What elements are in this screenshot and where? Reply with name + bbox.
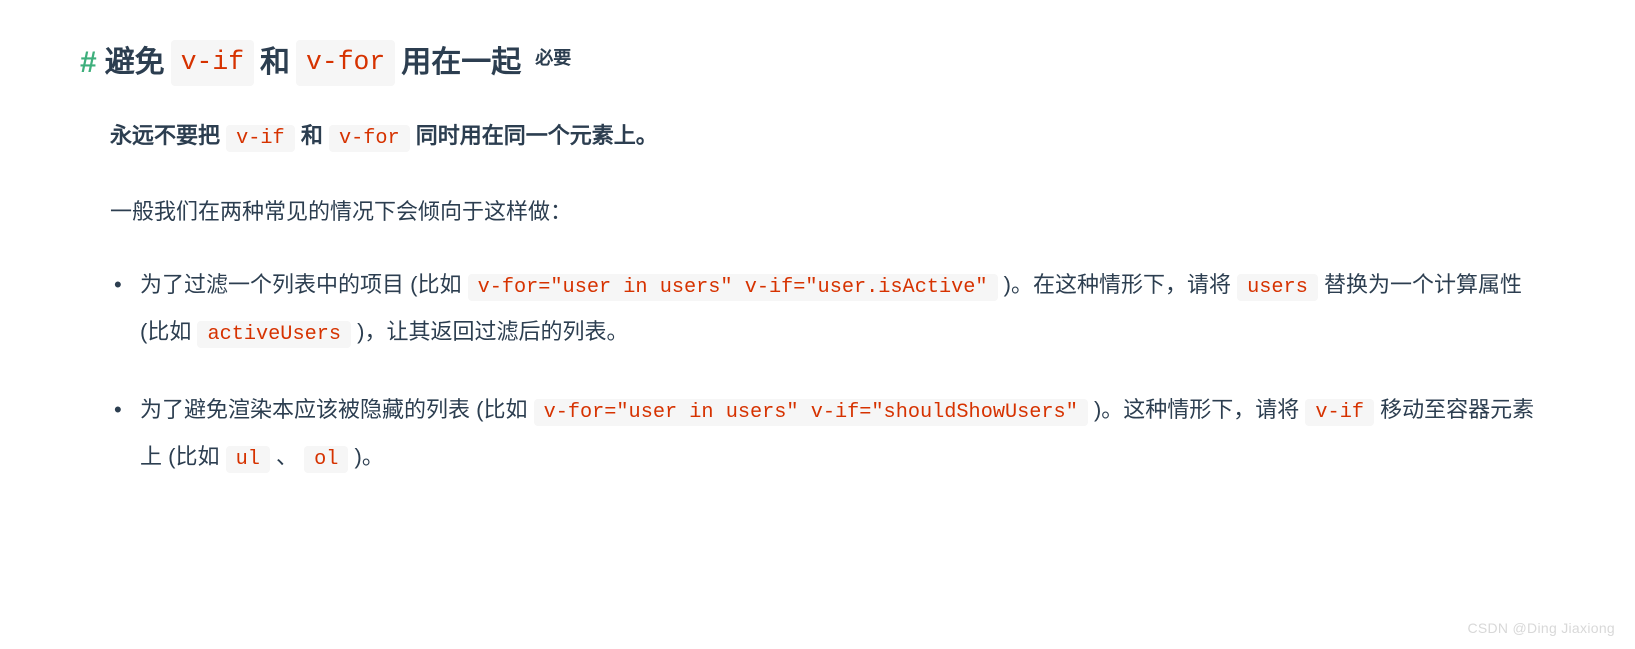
- list-item: 为了过滤一个列表中的项目 (比如 v-for="user in users" v…: [140, 262, 1555, 357]
- bold-text-1: 永远不要把: [110, 123, 226, 148]
- heading-text-3: 用在一起: [401, 40, 521, 85]
- heading-code-vif: v-if: [171, 40, 254, 86]
- li1-text-1: 为了过滤一个列表中的项目 (比如: [140, 272, 468, 297]
- heading-code-vfor: v-for: [296, 40, 395, 86]
- li2-text-2: )。这种情形下，请将: [1088, 397, 1306, 422]
- watermark: CSDN @Ding Jiaxiong: [1467, 616, 1615, 641]
- li2-code-1: v-for="user in users" v-if="shouldShowUs…: [534, 399, 1088, 426]
- li2-text-1: 为了避免渲染本应该被隐藏的列表 (比如: [140, 397, 534, 422]
- bold-code-vfor: v-for: [329, 125, 410, 152]
- li1-text-2: )。在这种情形下，请将: [998, 272, 1238, 297]
- li1-code-2: users: [1237, 274, 1318, 301]
- li2-code-4: ol: [304, 446, 348, 473]
- li2-text-5: )。: [348, 444, 383, 469]
- bullet-list: 为了过滤一个列表中的项目 (比如 v-for="user in users" v…: [110, 262, 1555, 482]
- intro-paragraph: 一般我们在两种常见的情况下会倾向于这样做：: [110, 192, 1555, 232]
- heading-text-1: 避免: [105, 40, 165, 85]
- bold-code-vif: v-if: [226, 125, 295, 152]
- li2-text-4: 、: [270, 444, 304, 469]
- rule-badge: 必要: [535, 45, 571, 72]
- emphasis-paragraph: 永远不要把 v-if 和 v-for 同时用在同一个元素上。: [110, 116, 1555, 157]
- hash-anchor[interactable]: #: [80, 40, 97, 85]
- section-heading: # 避免 v-if 和 v-for 用在一起 必要: [80, 40, 1555, 86]
- list-item: 为了避免渲染本应该被隐藏的列表 (比如 v-for="user in users…: [140, 387, 1555, 482]
- li1-code-1: v-for="user in users" v-if="user.isActiv…: [468, 274, 998, 301]
- heading-text-2: 和: [260, 40, 290, 85]
- li1-text-4: )，让其返回过滤后的列表。: [351, 319, 628, 344]
- bold-text-3: 同时用在同一个元素上。: [410, 123, 658, 148]
- content-body: 永远不要把 v-if 和 v-for 同时用在同一个元素上。 一般我们在两种常见…: [80, 116, 1555, 482]
- li1-code-3: activeUsers: [197, 321, 351, 348]
- li2-code-2: v-if: [1305, 399, 1374, 426]
- bold-text-2: 和: [295, 123, 329, 148]
- li2-code-3: ul: [226, 446, 270, 473]
